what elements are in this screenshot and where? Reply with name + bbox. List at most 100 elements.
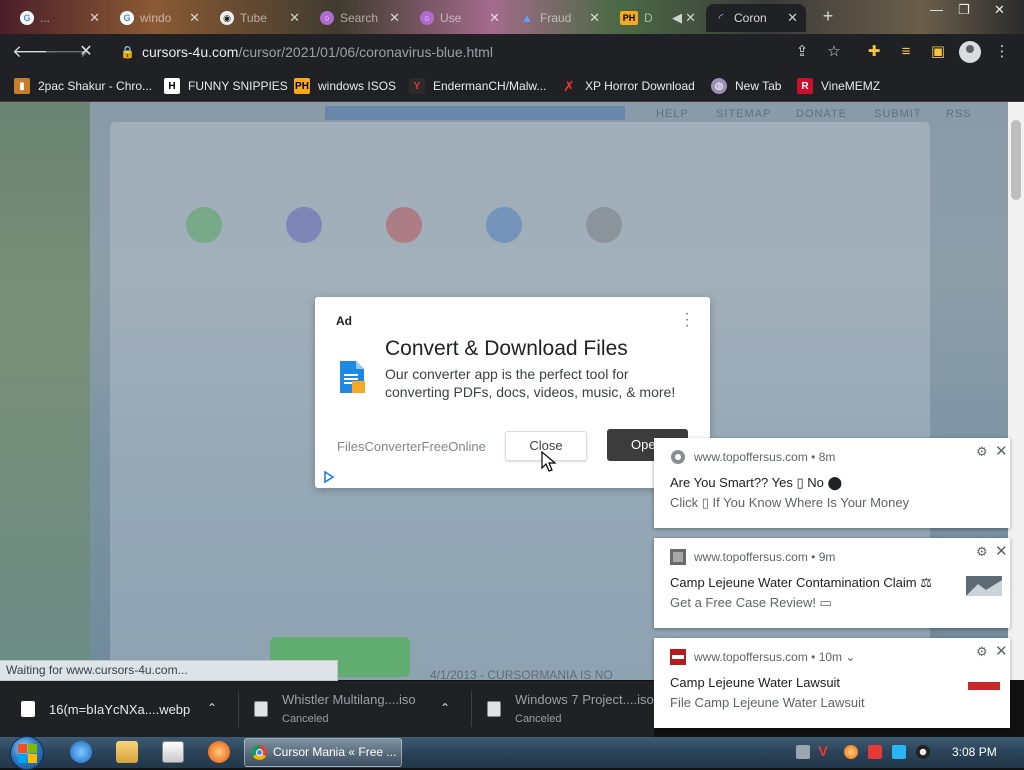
x-icon: ✗ — [563, 77, 575, 94]
download-item[interactable]: Windows 7 Project....iso Canceled — [487, 681, 654, 737]
download-item[interactable]: Whistler Multilang....iso Canceled ⌃ — [254, 681, 464, 737]
tray-monitor-icon[interactable] — [892, 745, 906, 759]
tray-v-icon[interactable]: V — [818, 744, 832, 759]
tab-label: Use — [440, 11, 462, 25]
close-icon[interactable]: ✕ — [995, 542, 1008, 560]
download-filename: 16(m=bIaYcNXa....webp — [49, 702, 191, 717]
menu-icon[interactable]: ⋮ — [992, 42, 1012, 62]
tab-label: Fraud — [540, 11, 572, 25]
notification-title: Camp Lejeune Water Contamination Claim ⚖ — [670, 575, 932, 590]
page-category-icon[interactable] — [386, 207, 422, 243]
internet-explorer-icon[interactable] — [70, 741, 92, 763]
page-category-icon[interactable] — [186, 207, 222, 243]
ad-title[interactable]: Convert & Download Files — [385, 337, 628, 361]
reading-list-icon[interactable]: ≡ — [896, 42, 916, 62]
tab-label: Tube — [240, 11, 267, 25]
ad-description: Our converter app is the perfect tool fo… — [385, 366, 676, 400]
tray-search-icon[interactable] — [844, 745, 858, 759]
tray-volume-icon[interactable] — [916, 745, 930, 759]
url-host: cursors-4u.com — [142, 44, 239, 60]
page-category-icon[interactable] — [286, 207, 322, 243]
chevron-up-icon[interactable]: ⌃ — [440, 701, 450, 715]
close-icon[interactable]: ✕ — [787, 10, 798, 26]
page-nav-sitemap[interactable]: SITEMAP — [716, 108, 771, 120]
close-icon[interactable]: ✕ — [995, 442, 1008, 460]
mute-icon[interactable]: ◀ — [672, 10, 682, 26]
taskbar-chrome-window[interactable]: Cursor Mania « Free ... — [244, 738, 402, 767]
close-icon[interactable]: ✕ — [995, 642, 1008, 660]
tab-8[interactable]: ◜ Coron ✕ — [706, 4, 806, 32]
bookmark-item[interactable]: PH windows ISOS — [294, 76, 396, 96]
page-nav-submit[interactable]: SUBMIT — [874, 108, 922, 120]
tab-3[interactable]: ◉ Tube ✕ — [212, 4, 308, 32]
bookmark-item[interactable]: Y EndermanCH/Malw... — [409, 76, 546, 96]
back-button[interactable]: 🡐 — [12, 42, 58, 62]
close-icon[interactable]: ✕ — [189, 10, 200, 26]
taskbar-clock[interactable]: 3:08 PM — [952, 745, 997, 759]
stop-loading-button[interactable]: ✕ — [76, 42, 96, 62]
maximize-button[interactable]: ❐ — [958, 2, 970, 18]
gear-icon[interactable]: ⚙ — [976, 544, 988, 560]
more-options-icon[interactable]: · · · — [683, 306, 691, 334]
gear-icon[interactable]: ⚙ — [976, 444, 988, 460]
chevron-up-icon[interactable]: ⌃ — [207, 701, 217, 715]
forward-button[interactable]: 🡒 — [44, 42, 90, 62]
page-nav-rss[interactable]: RSS — [946, 108, 972, 120]
gear-icon[interactable]: ⚙ — [976, 644, 988, 660]
side-panel-icon[interactable]: ▣ — [928, 42, 948, 62]
notification-1[interactable]: www.topoffersus.com • 8m ⚙ ✕ Are You Sma… — [654, 438, 1010, 528]
extensions-icon[interactable]: ✚ — [864, 42, 884, 62]
bookmark-item[interactable]: ▮ 2pac Shakur - Chro... — [14, 76, 152, 96]
close-icon[interactable]: ✕ — [289, 10, 300, 26]
profile-avatar[interactable] — [959, 41, 981, 63]
share-icon[interactable]: ⇪ — [792, 42, 812, 60]
divider — [471, 691, 472, 727]
media-player-icon[interactable] — [162, 741, 184, 763]
adchoices-icon[interactable] — [323, 471, 335, 483]
tab-2[interactable]: G windo ✕ — [112, 4, 208, 32]
tab-6[interactable]: ▲ Fraud ✕ — [512, 4, 608, 32]
bookmark-label: EndermanCH/Malw... — [433, 79, 547, 93]
page-category-icon[interactable] — [586, 207, 622, 243]
bookmark-item[interactable]: R VineMEMZ — [797, 76, 880, 96]
tab-strip: G ... ✕ G windo ✕ ◉ Tube ✕ ○ Search ✕ ○ … — [0, 0, 1024, 34]
tab-5[interactable]: ○ Use ✕ — [412, 4, 508, 32]
scrollbar-thumb[interactable] — [1011, 120, 1021, 200]
window-close-button[interactable]: ✕ — [994, 2, 1005, 18]
ad-advertiser[interactable]: FilesConverterFreeOnline — [337, 439, 486, 454]
iso-file-icon — [487, 701, 501, 717]
bookmark-label: New Tab — [735, 79, 782, 93]
close-icon[interactable]: ✕ — [89, 10, 100, 26]
close-icon[interactable]: ✕ — [685, 10, 696, 26]
taskbar: Cursor Mania « Free ... V 3:08 PM — [0, 736, 1024, 770]
bookmark-item[interactable]: ✗ XP Horror Download — [561, 76, 695, 96]
tab-4[interactable]: ○ Search ✕ — [312, 4, 408, 32]
address-bar[interactable]: 🔒 cursors-4u.com/cursor/2021/01/06/coron… — [110, 38, 852, 66]
site-thumbnail-icon — [670, 549, 686, 565]
bookmark-star-icon[interactable]: ☆ — [824, 42, 844, 60]
bookmark-item[interactable]: ◍ New Tab — [711, 76, 781, 96]
new-tab-button[interactable]: + — [818, 6, 838, 26]
notification-site: www.topoffersus.com • 8m — [694, 450, 836, 464]
bookmark-item[interactable]: H FUNNY SNIPPIES — [164, 76, 288, 96]
ad-dialog: Ad · · · Convert & Download Files Our conv… — [315, 297, 710, 488]
paint-icon[interactable] — [208, 741, 230, 763]
download-item[interactable]: 16(m=bIaYcNXa....webp ⌃ — [21, 681, 233, 737]
tray-network-icon[interactable] — [796, 745, 810, 759]
notification-2[interactable]: www.topoffersus.com • 9m ⚙ ✕ Camp Lejeun… — [654, 538, 1010, 628]
page-nav-help[interactable]: HELP — [656, 108, 689, 120]
page-category-icon[interactable] — [486, 207, 522, 243]
tab-7[interactable]: PH D ◀ ✕ — [612, 4, 704, 32]
close-icon[interactable]: ✕ — [389, 10, 400, 26]
notification-site: www.topoffersus.com • 10m ⌄ — [694, 650, 856, 664]
site-thumbnail-icon — [670, 649, 686, 665]
start-button[interactable] — [10, 736, 44, 770]
tray-flag-icon[interactable] — [868, 745, 882, 759]
minimize-button[interactable]: — — [930, 2, 943, 17]
file-explorer-icon[interactable] — [116, 741, 138, 763]
close-icon[interactable]: ✕ — [489, 10, 500, 26]
notification-3[interactable]: www.topoffersus.com • 10m ⌄ ⚙ ✕ Camp Lej… — [654, 638, 1010, 728]
page-nav-donate[interactable]: DONATE — [796, 108, 847, 120]
tab-1[interactable]: G ... ✕ — [12, 4, 108, 32]
close-icon[interactable]: ✕ — [589, 10, 600, 26]
